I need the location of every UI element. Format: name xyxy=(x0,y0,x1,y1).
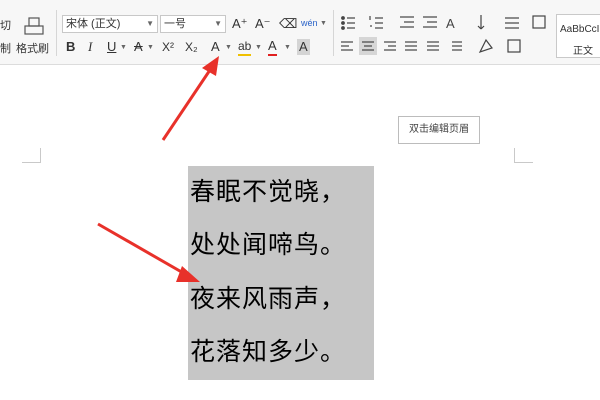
arrow-to-selected-text xyxy=(97,222,200,282)
arrow-to-character-shading xyxy=(161,56,219,141)
annotation-arrows xyxy=(97,56,219,282)
